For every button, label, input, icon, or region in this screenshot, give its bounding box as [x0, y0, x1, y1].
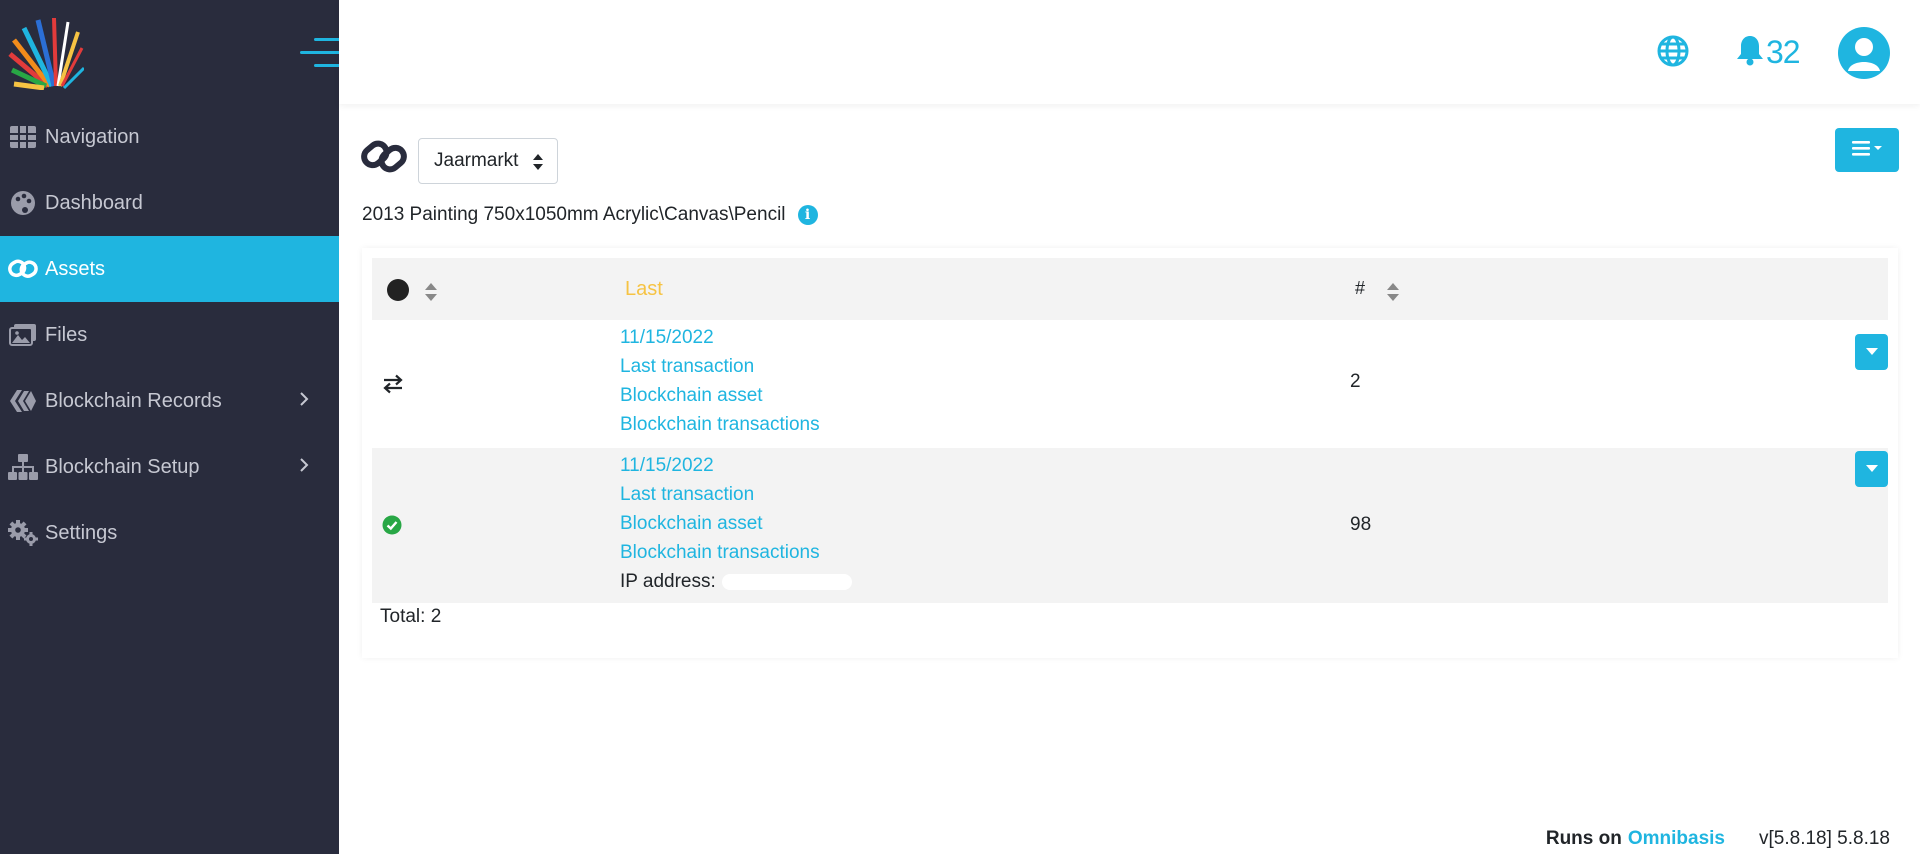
row-links: 11/15/2022 Last transaction Blockchain a…	[620, 323, 820, 439]
chevron-right-icon	[299, 390, 309, 413]
sidebar-nav: Navigation Dashboard Assets Files Blockc…	[0, 104, 339, 566]
actions-menu-button[interactable]	[1835, 128, 1899, 172]
caret-down-icon	[1865, 460, 1878, 478]
notifications-button[interactable]: 32	[1736, 34, 1801, 71]
sidebar-item-label: Files	[45, 323, 88, 346]
row-dropdown-button[interactable]	[1855, 451, 1888, 487]
sidebar-item-files[interactable]: Files	[0, 302, 339, 368]
sidebar-item-blockchain-records[interactable]: Blockchain Records	[0, 368, 339, 434]
sidebar-item-blockchain-setup[interactable]: Blockchain Setup	[0, 434, 339, 500]
footer: Runs on Omnibasis v[5.8.18] 5.8.18	[1546, 828, 1890, 850]
column-header-last[interactable]: Last	[625, 278, 663, 301]
row-count: 2	[1350, 371, 1361, 392]
assets-table: Last # 11/15/2022 Last transaction Block…	[362, 248, 1898, 658]
ip-address-redacted	[721, 573, 852, 590]
table-row: 11/15/2022 Last transaction Blockchain a…	[372, 448, 1888, 603]
blockchain-asset-link[interactable]: Blockchain asset	[620, 381, 820, 410]
version-text: v[5.8.18] 5.8.18	[1759, 828, 1890, 849]
sidebar-item-settings[interactable]: Settings	[0, 500, 339, 566]
status-column-icon[interactable]	[387, 279, 409, 301]
sidebar-item-label: Settings	[45, 521, 118, 544]
gears-icon	[0, 520, 45, 546]
sidebar-item-assets[interactable]: Assets	[0, 236, 339, 302]
table-row: 11/15/2022 Last transaction Blockchain a…	[372, 320, 1888, 448]
table-header: Last #	[372, 258, 1888, 320]
row-links: 11/15/2022 Last transaction Blockchain a…	[620, 451, 852, 596]
asset-description-text: 2013 Painting 750x1050mm Acrylic\Canvas\…	[362, 204, 786, 225]
ip-address-label: IP address:	[620, 571, 716, 592]
blockchain-asset-link[interactable]: Blockchain asset	[620, 509, 852, 538]
asset-selector[interactable]: Jaarmarkt	[418, 138, 558, 184]
logo[interactable]	[8, 18, 84, 90]
asset-description: 2013 Painting 750x1050mm Acrylic\Canvas\…	[362, 204, 818, 226]
sidebar: Navigation Dashboard Assets Files Blockc…	[0, 0, 342, 854]
bell-icon	[1736, 34, 1764, 71]
list-menu-icon	[1850, 138, 1884, 163]
link-icon	[0, 258, 45, 280]
chevron-right-icon	[299, 456, 309, 479]
sidebar-item-dashboard[interactable]: Dashboard	[0, 170, 339, 236]
brand-link[interactable]: Omnibasis	[1628, 828, 1725, 850]
date-link[interactable]: 11/15/2022	[620, 451, 852, 480]
blockchain-transactions-link[interactable]: Blockchain transactions	[620, 410, 820, 439]
grid-icon	[0, 126, 45, 148]
sort-icon[interactable]	[424, 282, 438, 302]
sidebar-item-navigation[interactable]: Navigation	[0, 104, 339, 170]
menu-toggle-icon[interactable]	[300, 38, 342, 68]
check-circle-icon	[382, 515, 402, 540]
sort-icon[interactable]	[1386, 282, 1400, 302]
sidebar-header	[0, 0, 342, 104]
row-count: 98	[1350, 514, 1372, 535]
caret-down-icon	[1865, 343, 1878, 361]
sidebar-item-label: Blockchain Setup	[45, 455, 200, 478]
exchange-icon	[382, 374, 404, 399]
sidebar-item-label: Navigation	[45, 125, 140, 148]
runs-on-label: Runs on	[1545, 828, 1622, 849]
last-transaction-link[interactable]: Last transaction	[620, 480, 852, 509]
hive-icon	[0, 389, 45, 413]
asset-selector-value: Jaarmarkt	[434, 150, 519, 171]
last-transaction-link[interactable]: Last transaction	[620, 352, 820, 381]
table-total: Total: 2	[380, 606, 442, 627]
date-link[interactable]: 11/15/2022	[620, 323, 820, 352]
sort-arrows-icon	[533, 154, 543, 176]
user-avatar-icon[interactable]	[1838, 27, 1890, 79]
column-header-count[interactable]: #	[1355, 278, 1365, 299]
network-icon	[0, 454, 45, 480]
info-icon[interactable]: i	[797, 205, 818, 225]
ip-address: IP address:	[620, 567, 852, 596]
chain-link-icon	[360, 134, 410, 185]
globe-icon[interactable]	[1656, 34, 1690, 73]
palette-icon	[0, 190, 45, 216]
images-icon	[0, 323, 45, 347]
notification-count: 32	[1766, 34, 1801, 70]
row-dropdown-button[interactable]	[1855, 334, 1888, 370]
blockchain-transactions-link[interactable]: Blockchain transactions	[620, 538, 852, 567]
sidebar-item-label: Blockchain Records	[45, 389, 222, 412]
sidebar-item-label: Assets	[45, 257, 106, 280]
sidebar-item-label: Dashboard	[45, 191, 143, 214]
